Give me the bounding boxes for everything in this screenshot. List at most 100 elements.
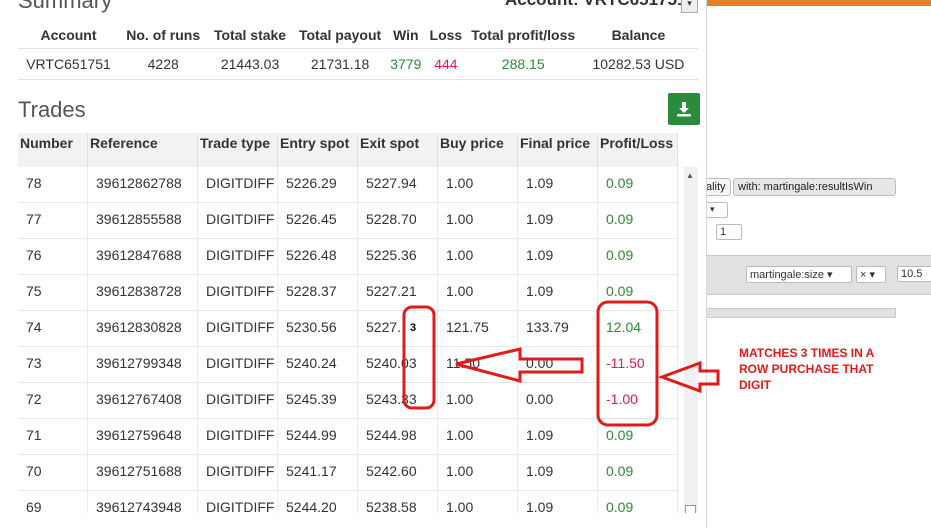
cell-number: 75 <box>18 275 88 310</box>
scrollbar-thumb[interactable] <box>685 505 696 513</box>
table-row: 76 39612847688 DIGITDIFF 5226.48 5225.36 1.00… <box>18 239 678 275</box>
summary-win: 3779 <box>387 48 425 80</box>
table-row: 70 39612751688 DIGITDIFF 5241.17 5242.60 1.00… <box>18 455 678 491</box>
cell-final: 0.00 <box>518 347 598 382</box>
th-buy-price: Buy price <box>438 133 518 167</box>
cell-buy: 1.00 <box>438 239 518 274</box>
table-row: 72 39612767408 DIGITDIFF 5245.39 5243.33 1.00… <box>18 383 678 419</box>
cell-type: DIGITDIFF <box>198 167 278 202</box>
cell-final: 1.09 <box>518 239 598 274</box>
block-chip-condition[interactable]: with: martingale:resultIsWin <box>733 178 896 196</box>
cell-number: 70 <box>18 455 88 490</box>
cell-exit: 5244.98 <box>358 419 438 454</box>
cell-entry: 5226.29 <box>278 167 358 202</box>
cell-reference: 39612759648 <box>88 419 198 454</box>
cell-buy: 1.00 <box>438 455 518 490</box>
col-loss: Loss <box>424 22 468 49</box>
col-stake: Total stake <box>207 22 293 49</box>
cell-reference: 39612743948 <box>88 491 198 513</box>
cell-entry: 5244.99 <box>278 419 358 454</box>
th-number: Number <box>18 133 88 167</box>
cell-entry: 5240.24 <box>278 347 358 382</box>
cell-buy: 121.75 <box>438 311 518 346</box>
cell-number: 69 <box>18 491 88 513</box>
number-input-10-5[interactable]: 10.5 <box>897 266 931 282</box>
cell-pl: 0.09 <box>598 455 678 490</box>
cell-entry: 5228.37 <box>278 275 358 310</box>
block-small-dropdown[interactable]: ▾ <box>706 202 728 218</box>
th-entry-spot: Entry spot <box>278 133 358 167</box>
annotation-digit: 3 <box>410 322 417 334</box>
cell-entry: 5226.45 <box>278 203 358 238</box>
block-number-input[interactable]: 1 <box>716 224 742 240</box>
cell-type: DIGITDIFF <box>198 239 278 274</box>
account-label: Account: VRTC651751 <box>505 0 686 10</box>
table-row: 69 39612743948 DIGITDIFF 5244.20 5238.58 1.00… <box>18 491 678 513</box>
cell-exit: 5228.70 <box>358 203 438 238</box>
cell-number: 76 <box>18 239 88 274</box>
cell-pl: 0.09 <box>598 275 678 310</box>
summary-runs: 4228 <box>119 48 208 80</box>
summary-title: Summary <box>18 0 113 13</box>
cell-reference: 39612862788 <box>88 167 198 202</box>
cell-buy: 1.00 <box>438 419 518 454</box>
account-value: VRTC651751 <box>583 0 686 9</box>
summary-balance: 10282.53 USD <box>578 48 698 80</box>
cell-number: 77 <box>18 203 88 238</box>
cell-pl: -1.00 <box>598 383 678 418</box>
col-profit: Total profit/loss <box>467 22 579 49</box>
th-final-price: Final price <box>518 133 598 167</box>
cell-entry: 5245.39 <box>278 383 358 418</box>
th-trade-type: Trade type <box>198 133 278 167</box>
scroll-up-icon[interactable]: ▲ <box>686 171 694 180</box>
cell-entry: 5230.56 <box>278 311 358 346</box>
col-win: Win <box>387 22 425 49</box>
cell-number: 74 <box>18 311 88 346</box>
block-bottom-strip <box>706 308 896 318</box>
cell-exit: 5227.21 <box>358 275 438 310</box>
cell-exit: 5240.03 <box>358 347 438 382</box>
cell-final: 133.79 <box>518 311 598 346</box>
cell-pl: -11.50 <box>598 347 678 382</box>
trades-table: Number Reference Trade type Entry spot E… <box>18 133 698 513</box>
cell-reference: 39612767408 <box>88 383 198 418</box>
table-row: 74 39612830828 DIGITDIFF 5230.56 5227. 121.75… <box>18 311 678 347</box>
cell-buy: 1.00 <box>438 491 518 513</box>
cell-number: 72 <box>18 383 88 418</box>
cell-pl: 0.09 <box>598 419 678 454</box>
cell-buy: 1.00 <box>438 203 518 238</box>
account-dropdown-icon[interactable]: ▾ <box>681 0 698 13</box>
trades-header-row: Number Reference Trade type Entry spot E… <box>18 133 678 167</box>
col-payout: Total payout <box>292 22 388 49</box>
cell-final: 1.09 <box>518 275 598 310</box>
cell-final: 1.09 <box>518 455 598 490</box>
cell-exit: 5227. <box>358 311 438 346</box>
table-row: 78 39612862788 DIGITDIFF 5226.29 5227.94 1.00… <box>18 167 678 203</box>
summary-stake: 21443.03 <box>207 48 293 80</box>
th-profit-loss: Profit/Loss <box>598 133 678 167</box>
trades-scrollbar[interactable]: ▲ ▼ <box>684 167 698 513</box>
cell-pl: 0.09 <box>598 167 678 202</box>
cell-exit: 5225.36 <box>358 239 438 274</box>
summary-payout: 21731.18 <box>292 48 388 80</box>
download-icon <box>677 102 691 117</box>
cell-final: 1.09 <box>518 203 598 238</box>
cell-type: DIGITDIFF <box>198 347 278 382</box>
summary-dialog: Summary Account: VRTC651751 ▾ Account No… <box>0 0 707 528</box>
cell-number: 73 <box>18 347 88 382</box>
cell-reference: 39612838728 <box>88 275 198 310</box>
download-button[interactable] <box>668 93 700 125</box>
cell-final: 0.00 <box>518 383 598 418</box>
martingale-size-dropdown[interactable]: martingale:size ▾ <box>746 266 852 283</box>
col-runs: No. of runs <box>119 22 208 49</box>
cell-pl: 0.09 <box>598 203 678 238</box>
cell-exit: 5242.60 <box>358 455 438 490</box>
cell-type: DIGITDIFF <box>198 275 278 310</box>
th-reference: Reference <box>88 133 198 167</box>
col-balance: Balance <box>578 22 698 49</box>
operator-dropdown[interactable]: × ▾ <box>856 266 886 283</box>
cell-reference: 39612847688 <box>88 239 198 274</box>
cell-type: DIGITDIFF <box>198 203 278 238</box>
cell-entry: 5241.17 <box>278 455 358 490</box>
cell-type: DIGITDIFF <box>198 311 278 346</box>
